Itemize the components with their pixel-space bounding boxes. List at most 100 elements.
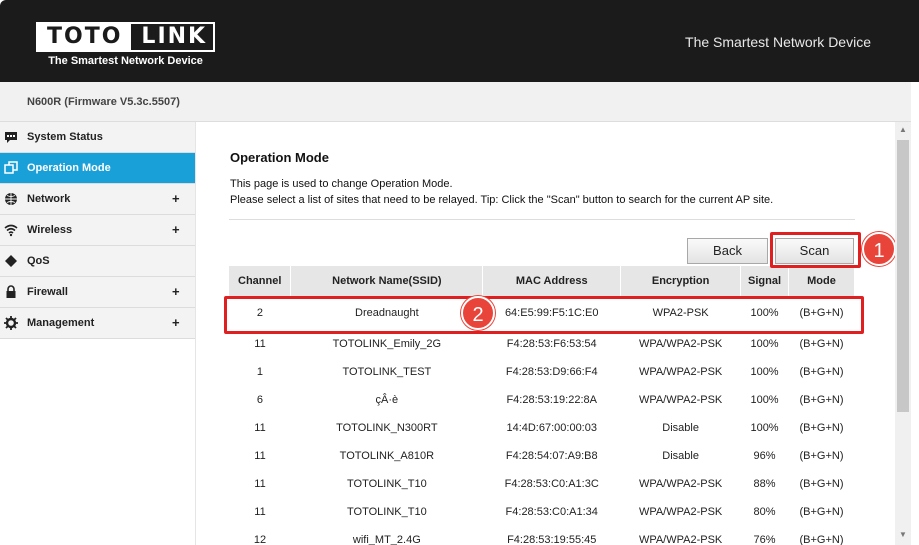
scan-highlight-box — [770, 232, 861, 268]
step-badge-2: 2 — [461, 296, 495, 330]
cell-mac: F4:28:53:C0:A1:3C — [504, 478, 599, 490]
sidebar-item-firewall[interactable]: Firewall + — [0, 277, 195, 308]
scrollbar-thumb[interactable] — [897, 140, 909, 412]
column-header-encryption: Encryption — [620, 266, 742, 296]
cell-mode: (B+G+N) — [799, 534, 844, 545]
cell-encryption: WPA/WPA2-PSK — [638, 394, 723, 406]
cell-signal: 100% — [750, 394, 779, 406]
sidebar-item-network[interactable]: Network + — [0, 184, 195, 215]
cell-signal: 100% — [750, 338, 779, 350]
cell-mac: F4:28:53:D9:66:F4 — [505, 366, 598, 378]
cell-channel: 12 — [253, 534, 267, 545]
sidebar-item-operation-mode[interactable]: Operation Mode — [0, 153, 195, 184]
column-header-mode: Mode — [788, 266, 855, 296]
chat-icon — [5, 132, 17, 143]
cell-encryption: WPA/WPA2-PSK — [638, 534, 723, 545]
table-row[interactable]: 11 TOTOLINK_A810R F4:28:54:07:A9:B8 Disa… — [229, 442, 855, 470]
cell-signal: 76% — [753, 534, 776, 545]
top-header: TOTO LINK The Smartest Network Device Th… — [0, 0, 919, 82]
cell-ssid: TOTOLINK_Emily_2G — [332, 338, 442, 350]
cell-ssid: TOTOLINK_N300RT — [336, 422, 438, 434]
cell-mac: 14:4D:67:00:00:03 — [506, 422, 597, 434]
sidebar-item-label: Network — [27, 193, 71, 205]
page-tip: Please select a list of sites that need … — [230, 194, 774, 206]
logo-text-link: LINK — [141, 24, 208, 49]
cell-signal: 96% — [753, 450, 776, 462]
cell-encryption: WPA/WPA2-PSK — [638, 478, 723, 490]
cell-ssid: TOTOLINK_TEST — [342, 366, 432, 378]
header-slogan: The Smartest Network Device — [685, 34, 871, 50]
sidebar-item-label: QoS — [27, 255, 50, 267]
model-firmware-label: N600R (Firmware V5.3c.5507) — [27, 96, 180, 108]
expand-plus-icon[interactable]: + — [172, 315, 180, 330]
globe-icon — [5, 193, 17, 205]
wifi-icon — [4, 224, 18, 237]
table-row[interactable]: 12 wifi_MT_2.4G F4:28:53:19:55:45 WPA/WP… — [229, 526, 855, 545]
sidebar-item-label: System Status — [27, 131, 103, 143]
expand-plus-icon[interactable]: + — [172, 284, 180, 299]
cell-encryption: WPA/WPA2-PSK — [638, 506, 723, 518]
cell-ssid: TOTOLINK_T10 — [347, 478, 427, 490]
expand-plus-icon[interactable]: + — [172, 222, 180, 237]
window-edge — [911, 82, 919, 545]
scroll-down-arrow-icon[interactable]: ▼ — [895, 530, 911, 539]
expand-plus-icon[interactable]: + — [172, 191, 180, 206]
column-header-mac: MAC Address — [482, 266, 622, 296]
cell-channel: 11 — [254, 338, 266, 350]
step-badge-1: 1 — [862, 232, 896, 266]
cell-mode: (B+G+N) — [799, 506, 844, 518]
cell-channel: 1 — [256, 366, 264, 378]
page-title: Operation Mode — [230, 150, 329, 165]
table-header-row: Channel Network Name(SSID) MAC Address E… — [229, 266, 855, 296]
column-header-signal: Signal — [740, 266, 790, 296]
cell-mac: F4:28:53:F6:53:54 — [506, 338, 597, 350]
cell-mac: F4:28:53:C0:A1:34 — [505, 506, 598, 518]
cell-signal: 100% — [750, 366, 779, 378]
cell-mode: (B+G+N) — [799, 422, 844, 434]
cell-mode: (B+G+N) — [799, 338, 844, 350]
sidebar-item-system-status[interactable]: System Status — [0, 122, 195, 153]
logo-text-toto: TOTO — [38, 24, 132, 50]
cell-mac: F4:28:54:07:A9:B8 — [505, 450, 598, 462]
column-header-ssid: Network Name(SSID) — [290, 266, 484, 296]
gear-icon — [4, 316, 18, 330]
cell-signal: 88% — [753, 478, 776, 490]
table-row[interactable]: 11 TOTOLINK_N300RT 14:4D:67:00:00:03 Dis… — [229, 414, 855, 442]
divider — [229, 219, 855, 220]
sidebar-item-wireless[interactable]: Wireless + — [0, 215, 195, 246]
totolink-logo: TOTO LINK The Smartest Network Device — [36, 22, 216, 67]
table-row[interactable]: 11 TOTOLINK_T10 F4:28:53:C0:A1:3C WPA/WP… — [229, 470, 855, 498]
sidebar-item-label: Operation Mode — [27, 162, 111, 174]
cell-channel: 11 — [254, 478, 266, 490]
cell-signal: 100% — [750, 422, 779, 434]
cell-encryption: Disable — [662, 422, 699, 434]
table-row[interactable]: 1 TOTOLINK_TEST F4:28:53:D9:66:F4 WPA/WP… — [229, 358, 855, 386]
cell-mac: F4:28:53:19:55:45 — [507, 534, 597, 545]
cell-ssid: TOTOLINK_A810R — [339, 450, 435, 462]
sidebar-item-management[interactable]: Management + — [0, 308, 195, 339]
cell-mode: (B+G+N) — [799, 366, 844, 378]
cell-encryption: WPA/WPA2-PSK — [638, 366, 723, 378]
cell-mode: (B+G+N) — [799, 478, 844, 490]
page-description: This page is used to change Operation Mo… — [230, 178, 453, 190]
cell-mode: (B+G+N) — [799, 394, 844, 406]
cell-channel: 11 — [254, 506, 266, 518]
cell-signal: 80% — [753, 506, 776, 518]
cell-channel: 6 — [256, 394, 264, 406]
window-icon — [4, 161, 18, 174]
cell-ssid: TOTOLINK_T10 — [347, 506, 427, 518]
sidebar-item-qos[interactable]: QoS — [0, 246, 195, 277]
table-row[interactable]: 6 çÂ·è F4:28:53:19:22:8A WPA/WPA2-PSK 10… — [229, 386, 855, 414]
cell-ssid: çÂ·è — [375, 394, 399, 406]
cell-ssid: wifi_MT_2.4G — [352, 534, 421, 545]
lock-icon — [6, 285, 16, 298]
table-row[interactable]: 11 TOTOLINK_Emily_2G F4:28:53:F6:53:54 W… — [229, 330, 855, 358]
sidebar-item-label: Management — [27, 317, 95, 329]
table-row[interactable]: 11 TOTOLINK_T10 F4:28:53:C0:A1:34 WPA/WP… — [229, 498, 855, 526]
logo-tagline: The Smartest Network Device — [48, 55, 203, 67]
vertical-scrollbar[interactable]: ▲ ▼ — [895, 122, 911, 545]
cell-mac: F4:28:53:19:22:8A — [506, 394, 597, 406]
cell-encryption: Disable — [662, 450, 699, 462]
scroll-up-arrow-icon[interactable]: ▲ — [895, 125, 911, 134]
back-button[interactable]: Back — [687, 238, 768, 264]
